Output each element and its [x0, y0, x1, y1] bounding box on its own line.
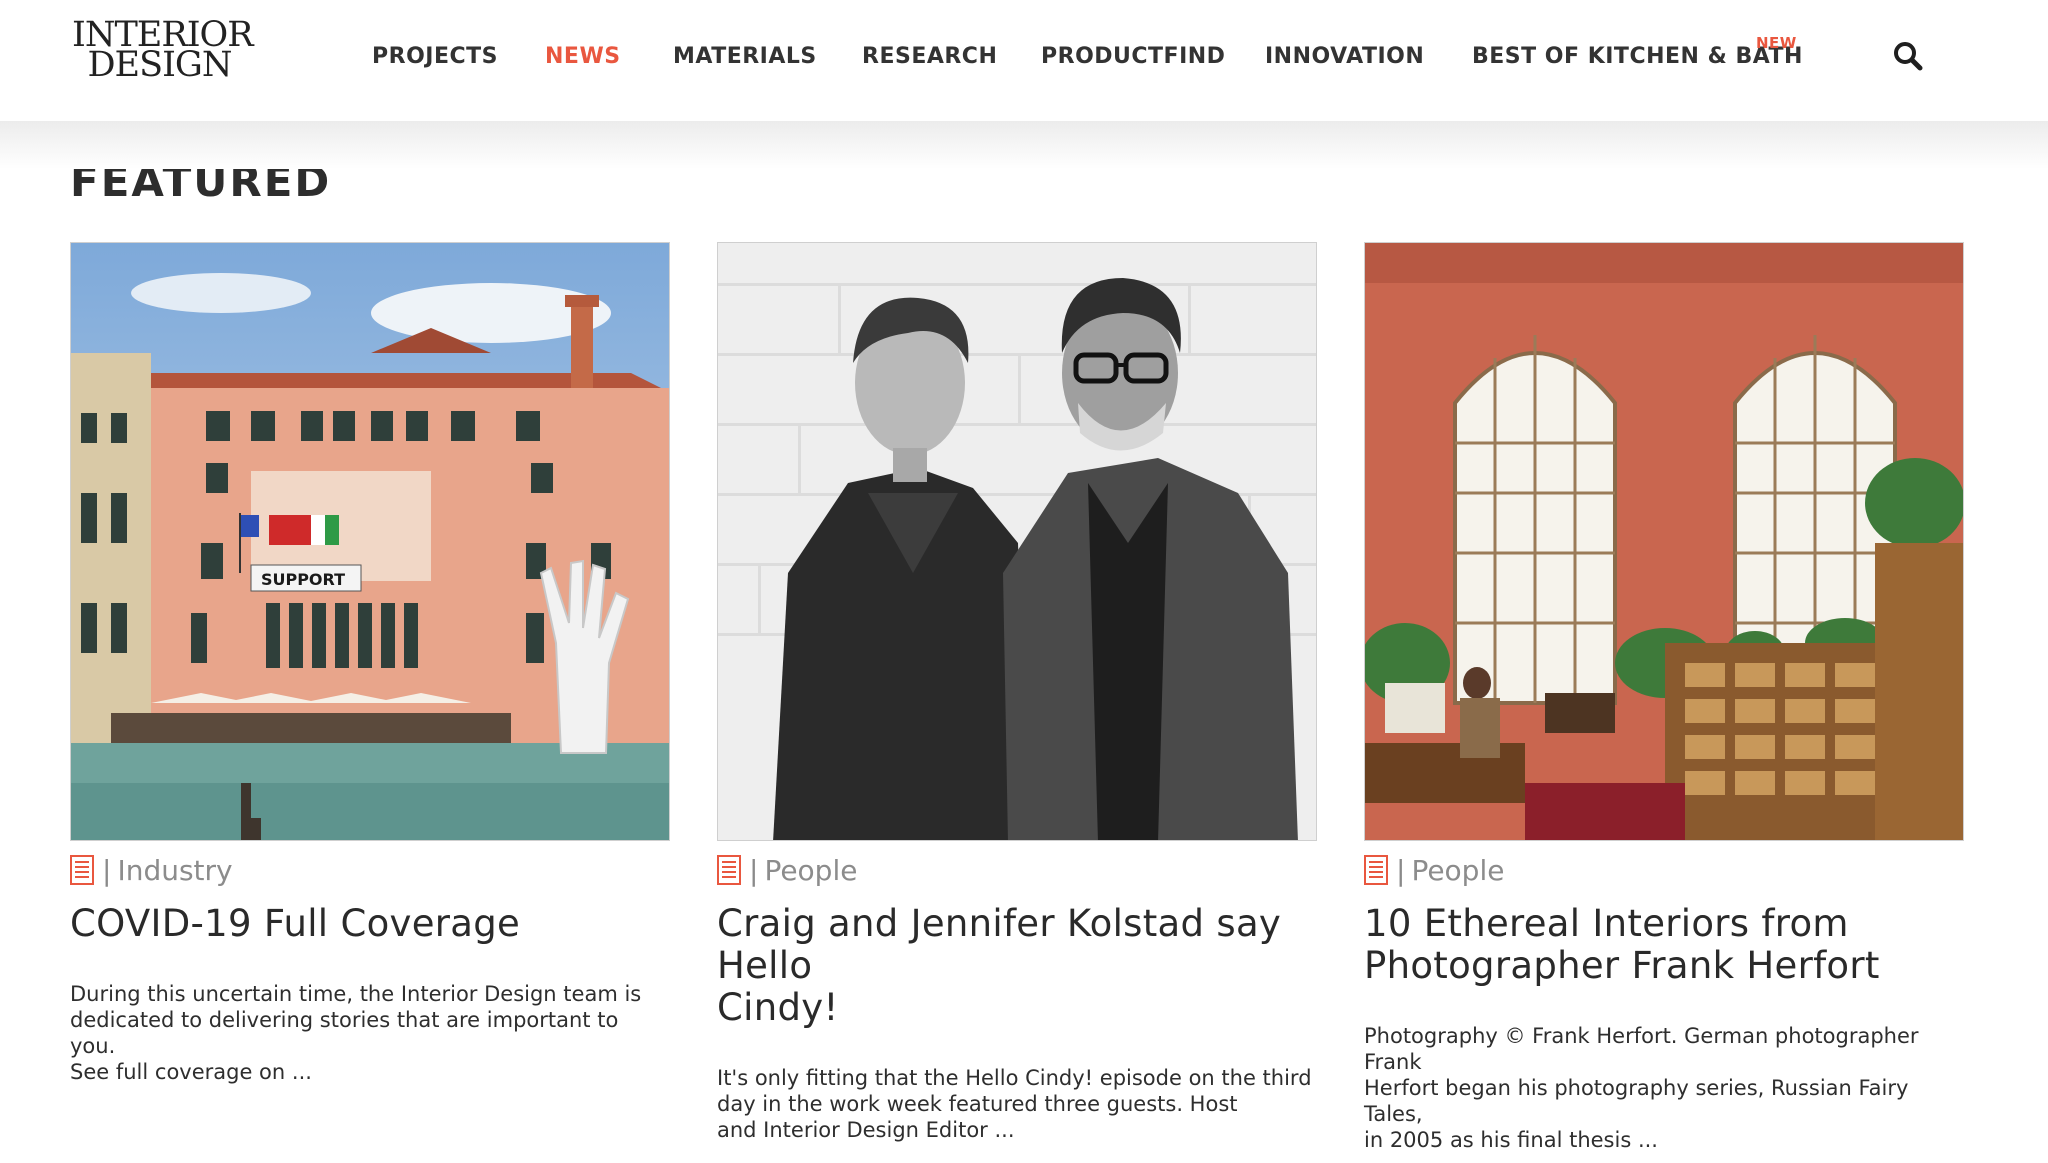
card-excerpt: Photography © Frank Herfort. German phot…	[1364, 1023, 1964, 1153]
site-header: INTERIOR DESIGN PROJECTS NEWS MATERIALS …	[0, 0, 2048, 121]
excerpt-line: During this uncertain time, the Interior…	[70, 982, 642, 1006]
card-title-line: 10 Ethereal Interiors from	[1364, 902, 1849, 945]
new-badge: NEW	[1756, 34, 1797, 52]
search-icon	[1894, 42, 1923, 71]
card-category[interactable]: People	[1411, 854, 1504, 887]
card-title[interactable]: COVID-19 Full Coverage	[70, 903, 670, 945]
nav-productfind[interactable]: PRODUCTFIND	[1041, 40, 1225, 74]
logo-line-2: DESIGN	[87, 45, 233, 85]
card-meta: | People	[717, 853, 1317, 887]
excerpt-line: in 2005 as his final thesis ...	[1364, 1128, 1658, 1152]
excerpt-line: and Interior Design Editor ...	[717, 1118, 1015, 1142]
card-excerpt: It's only fitting that the Hello Cindy! …	[717, 1065, 1317, 1143]
card-title-line: Craig and Jennifer Kolstad say Hello	[717, 902, 1282, 987]
nav-projects[interactable]: PROJECTS	[372, 40, 498, 74]
search-button[interactable]	[1892, 40, 1924, 72]
card-title-line: Cindy!	[717, 986, 839, 1029]
nav-research[interactable]: RESEARCH	[862, 40, 997, 74]
excerpt-line: Photography © Frank Herfort. German phot…	[1364, 1024, 1919, 1074]
card-image-portrait[interactable]	[717, 242, 1317, 841]
nav-best-of-kitchen-bath[interactable]: BEST OF KITCHEN & BATH	[1472, 40, 1803, 74]
card-title-line: Photographer Frank Herfort	[1364, 944, 1880, 987]
article-icon	[70, 855, 94, 885]
card-category[interactable]: Industry	[117, 854, 232, 887]
meta-separator: |	[749, 853, 759, 887]
featured-card-covid[interactable]: SUPPORT | Industry COVID-19 Full Coverag…	[70, 242, 670, 1085]
nav-materials[interactable]: MATERIALS	[673, 40, 817, 74]
card-category[interactable]: People	[764, 854, 857, 887]
nav-news[interactable]: NEWS	[545, 40, 621, 74]
article-icon	[717, 855, 741, 885]
support-banner: SUPPORT	[261, 570, 345, 589]
nav-innovation[interactable]: INNOVATION	[1265, 40, 1424, 74]
excerpt-line: See full coverage on ...	[70, 1060, 312, 1084]
meta-separator: |	[1396, 853, 1406, 887]
site-logo[interactable]: INTERIOR DESIGN	[72, 18, 254, 85]
excerpt-line: day in the work week featured three gues…	[717, 1092, 1238, 1116]
card-meta: | Industry	[70, 853, 670, 887]
excerpt-line: dedicated to delivering stories that are…	[70, 1008, 619, 1058]
card-image-venice[interactable]: SUPPORT	[70, 242, 670, 841]
card-title-text: COVID-19 Full Coverage	[70, 902, 521, 945]
card-image-interior[interactable]	[1364, 242, 1964, 841]
meta-separator: |	[102, 853, 112, 887]
card-meta: | People	[1364, 853, 1964, 887]
featured-card-herfort[interactable]: | People 10 Ethereal Interiors from Phot…	[1364, 242, 1964, 1153]
card-title[interactable]: 10 Ethereal Interiors from Photographer …	[1364, 903, 1964, 987]
article-icon	[1364, 855, 1388, 885]
header-shadow	[0, 121, 2048, 169]
featured-card-kolstad[interactable]: | People Craig and Jennifer Kolstad say …	[717, 242, 1317, 1143]
excerpt-line: It's only fitting that the Hello Cindy! …	[717, 1066, 1312, 1090]
excerpt-line: Herfort began his photography series, Ru…	[1364, 1076, 1909, 1126]
card-title[interactable]: Craig and Jennifer Kolstad say Hello Cin…	[717, 903, 1317, 1029]
card-excerpt: During this uncertain time, the Interior…	[70, 981, 670, 1085]
